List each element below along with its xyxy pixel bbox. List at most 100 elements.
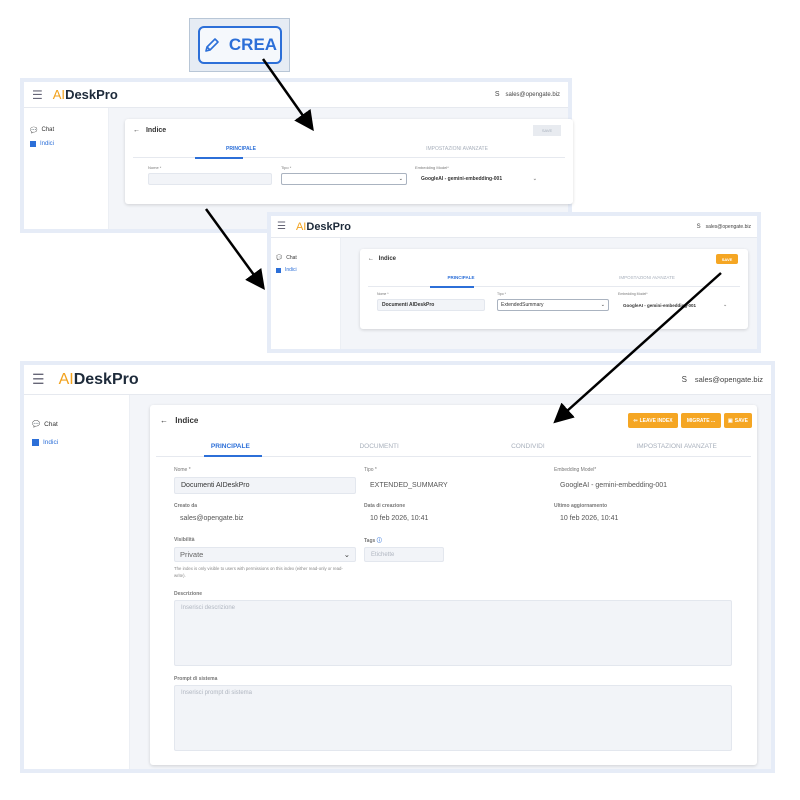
tipo-label: Tipo * [281, 165, 292, 170]
visibilita-select[interactable]: Private ⌄ [174, 547, 356, 562]
sidebar-item-chat[interactable]: 💬 Chat [24, 123, 108, 137]
screenshot-1: ☰ AIDeskPro S sales@opengate.biz 💬 Chat I… [20, 78, 573, 233]
tipo-field: EXTENDED_SUMMARY [364, 477, 546, 494]
sidebar-item-label: Chat [41, 127, 55, 133]
menu-icon[interactable]: ☰ [277, 221, 286, 232]
save-button[interactable]: ▣ SAVE [724, 413, 752, 428]
sidebar: 💬 Chat Indici [271, 238, 341, 349]
user-initial[interactable]: S [495, 91, 500, 98]
chevron-down-icon: ⌄ [723, 302, 727, 307]
tab-underline [204, 455, 262, 457]
tab-principale[interactable]: PRINCIPALE [133, 146, 349, 157]
nome-field[interactable]: Documenti AIDeskPro [174, 477, 356, 494]
sidebar-item-chat[interactable]: 💬 Chat [24, 415, 129, 433]
info-icon[interactable]: ⓘ [377, 538, 382, 544]
sidebar-item-label: Indici [40, 141, 55, 147]
chevron-down-icon: ⌄ [343, 550, 350, 559]
index-card: ← Indice ⇦ LEAVE INDEX MIGRATE ... ▣ SAVE … [150, 405, 757, 765]
app-header: ☰ AIDeskPro S sales@opengate.biz [24, 82, 568, 108]
tab-condividi[interactable]: CONDIVIDI [454, 443, 603, 450]
index-card: ← Indice SAVE PRINCIPALE IMPOSTAZIONI AV… [125, 119, 573, 204]
back-arrow-icon[interactable]: ← [160, 416, 168, 425]
tab-impostazioni[interactable]: IMPOSTAZIONI AVANZATE [602, 443, 751, 450]
tipo-label: Tipo * [364, 467, 377, 473]
descrizione-textarea[interactable]: Inserisci descrizione [174, 600, 732, 666]
creato-value: sales@opengate.biz [180, 515, 244, 522]
nome-field[interactable] [148, 173, 272, 185]
creato-label: Creato da [174, 503, 198, 509]
screenshot-3: ☰ AIDeskPro S sales@opengate.biz 💬 Chat I… [20, 361, 775, 773]
app-logo: AIDeskPro [58, 370, 139, 388]
tab-impostazioni[interactable]: IMPOSTAZIONI AVANZATE [554, 275, 740, 286]
tab-principale[interactable]: PRINCIPALE [156, 443, 305, 450]
nome-label: Nome * [148, 165, 162, 170]
embedding-select[interactable]: GoogleAI - gemini-embedding-001 ⌄ [623, 299, 727, 311]
visibilita-label: Visibilità [174, 537, 195, 543]
chat-icon: 💬 [32, 421, 41, 428]
chat-icon: 💬 [276, 255, 283, 261]
tab-bar: PRINCIPALE DOCUMENTI CONDIVIDI IMPOSTAZI… [156, 437, 751, 457]
tab-underline [430, 286, 474, 288]
card-header: ← Indice [133, 127, 166, 134]
sidebar-item-chat[interactable]: 💬 Chat [271, 252, 340, 264]
nome-label: Nome * [377, 292, 389, 296]
tipo-label: Tipo * [497, 292, 507, 296]
crea-button[interactable]: CREA [198, 26, 282, 64]
pencil-icon [205, 38, 219, 52]
save-icon: ▣ [728, 417, 733, 424]
crea-callout: CREA [189, 18, 290, 72]
leave-index-button[interactable]: ⇦ LEAVE INDEX [628, 413, 678, 428]
chevron-down-icon: ⌄ [398, 176, 403, 182]
card-header: ← Indice [368, 256, 396, 262]
migrate-button[interactable]: MIGRATE ... [681, 413, 721, 428]
tab-documenti[interactable]: DOCUMENTI [305, 443, 454, 450]
tab-impostazioni[interactable]: IMPOSTAZIONI AVANZATE [349, 146, 565, 157]
leave-icon: ⇦ [633, 417, 638, 424]
screenshot-2: ☰ AIDeskPro S sales@opengate.biz 💬 Chat I… [267, 212, 761, 353]
tags-label: Tags ⓘ [364, 538, 382, 544]
save-button[interactable]: SAVE [716, 254, 738, 264]
index-icon [32, 438, 39, 446]
app-logo: AIDeskPro [52, 87, 118, 102]
user-email: sales@opengate.biz [694, 375, 763, 384]
embedding-select[interactable]: GoogleAI - gemini-embedding-001 ⌄ [421, 173, 537, 185]
menu-icon[interactable]: ☰ [32, 371, 45, 388]
save-button[interactable]: SAVE [533, 125, 561, 136]
crea-label: CREA [228, 35, 278, 54]
sidebar: 💬 Chat Indici [24, 108, 109, 229]
back-arrow-icon[interactable]: ← [368, 256, 374, 262]
sidebar-item-indici[interactable]: Indici [24, 433, 129, 451]
prompt-label: Prompt di sistema [174, 676, 218, 682]
chat-icon: 💬 [30, 127, 38, 134]
app-header: ☰ AIDeskPro S sales@opengate.biz [271, 216, 757, 238]
menu-icon[interactable]: ☰ [32, 88, 43, 102]
tags-input[interactable]: Etichette [364, 547, 444, 562]
visibilita-help: The index is only visible to users with … [174, 566, 343, 578]
sidebar-item-label: Chat [44, 420, 58, 428]
index-card: ← Indice SAVE PRINCIPALE IMPOSTAZIONI AV… [360, 249, 748, 329]
page-title: Indice [175, 416, 199, 425]
tipo-select[interactable]: ExtendedSummary ⌄ [497, 299, 609, 311]
tab-principale[interactable]: PRINCIPALE [368, 275, 554, 286]
tab-underline [195, 157, 243, 159]
tab-bar: PRINCIPALE IMPOSTAZIONI AVANZATE [368, 275, 740, 287]
tipo-select[interactable]: ⌄ [281, 173, 407, 185]
nome-field[interactable]: Documenti AIDeskPro [377, 299, 485, 311]
page-title: Indice [145, 127, 167, 134]
embedding-label: Embedding Model* [618, 292, 648, 296]
prompt-textarea[interactable]: Inserisci prompt di sistema [174, 685, 732, 751]
ultimo-aggiornamento-value: 10 feb 2026, 10:41 [560, 515, 619, 522]
sidebar-item-indici[interactable]: Indici [24, 137, 108, 151]
app-logo: AIDeskPro [295, 220, 352, 233]
user-email: sales@opengate.biz [705, 223, 751, 230]
user-initial[interactable]: S [697, 224, 701, 230]
index-icon [30, 141, 36, 147]
sidebar-item-indici[interactable]: Indici [271, 264, 340, 276]
embedding-field: GoogleAI - gemini-embedding-001 [554, 477, 736, 494]
user-email: sales@opengate.biz [505, 91, 560, 98]
back-arrow-icon[interactable]: ← [133, 127, 140, 134]
data-creazione-value: 10 feb 2026, 10:41 [370, 515, 429, 522]
sidebar-item-label: Indici [43, 438, 59, 446]
chevron-down-icon: ⌄ [600, 302, 605, 308]
user-initial[interactable]: S [682, 375, 687, 384]
